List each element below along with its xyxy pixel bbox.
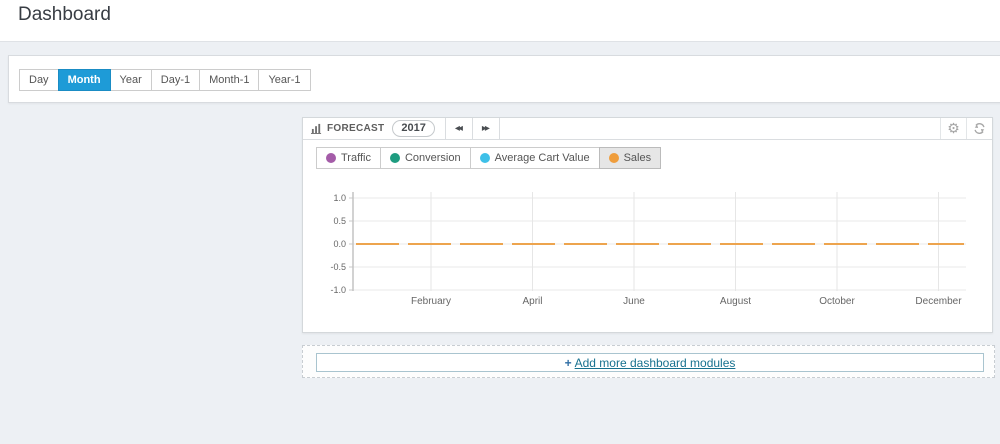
forecast-chart: 1.0 0.5 0.0 -0.5 -1.0 February April June August… — [303, 178, 994, 328]
add-modules-box[interactable]: + Add more dashboard modules — [316, 353, 984, 372]
svg-text:August: August — [720, 296, 751, 307]
svg-text:October: October — [819, 296, 855, 307]
top-header-bar: Dashboard — [0, 0, 1000, 42]
svg-text:April: April — [522, 296, 542, 307]
previous-year-button[interactable]: ◂◂ — [444, 118, 472, 139]
next-year-button[interactable]: ▸▸ — [471, 118, 499, 139]
traffic-dot-icon — [326, 153, 336, 163]
svg-text:December: December — [915, 296, 962, 307]
add-modules-dropzone: + Add more dashboard modules — [302, 345, 995, 378]
forecast-chart-svg: 1.0 0.5 0.0 -0.5 -1.0 February April June August… — [330, 192, 966, 307]
forecast-panel-header: FORECAST 2017 ◂◂ ▸▸ ⚙ — [303, 118, 992, 140]
svg-text:June: June — [623, 296, 645, 307]
legend-average-cart-value[interactable]: Average Cart Value — [469, 147, 600, 169]
tab-month[interactable]: Month — [57, 69, 111, 91]
add-modules-link[interactable]: + Add more dashboard modules — [565, 356, 736, 370]
legend-conversion-label: Conversion — [404, 152, 461, 164]
forecast-header-left: FORECAST 2017 ◂◂ ▸▸ — [303, 118, 500, 139]
forecast-panel: FORECAST 2017 ◂◂ ▸▸ ⚙ Traffic Conversion… — [302, 117, 993, 333]
period-toolbar: Day Month Year Day-1 Month-1 Year-1 — [8, 55, 1000, 103]
forecast-panel-title: FORECAST — [327, 123, 385, 134]
sales-dot-icon — [608, 153, 619, 163]
add-modules-label: Add more dashboard modules — [574, 355, 736, 370]
settings-gear-icon[interactable]: ⚙ — [940, 118, 966, 139]
svg-text:-1.0: -1.0 — [330, 285, 346, 295]
legend-sales-label: Sales — [623, 152, 652, 164]
plus-icon: + — [564, 355, 572, 370]
bar-chart-icon — [311, 123, 322, 134]
svg-text:1.0: 1.0 — [333, 193, 346, 203]
legend-sales[interactable]: Sales — [598, 147, 662, 169]
legend-traffic[interactable]: Traffic — [316, 147, 381, 169]
forecast-legend: Traffic Conversion Average Cart Value Sa… — [316, 147, 662, 169]
tab-day-1[interactable]: Day-1 — [150, 69, 201, 91]
svg-text:February: February — [411, 296, 451, 307]
tab-day[interactable]: Day — [19, 69, 59, 91]
forecast-header-actions: ⚙ — [940, 118, 992, 139]
svg-text:0.0: 0.0 — [333, 239, 346, 249]
period-tab-group: Day Month Year Day-1 Month-1 Year-1 — [19, 69, 311, 91]
page-title: Dashboard — [18, 4, 111, 25]
average-cart-value-dot-icon — [479, 153, 490, 163]
svg-text:0.5: 0.5 — [333, 216, 346, 226]
conversion-dot-icon — [389, 153, 400, 163]
svg-text:-0.5: -0.5 — [330, 262, 346, 272]
legend-average-cart-value-label: Average Cart Value — [494, 152, 590, 164]
forecast-year-badge: 2017 — [392, 120, 435, 137]
tab-month-1[interactable]: Month-1 — [199, 69, 260, 91]
tab-year[interactable]: Year — [109, 69, 152, 91]
refresh-icon[interactable] — [966, 118, 992, 139]
legend-traffic-label: Traffic — [341, 152, 371, 164]
tab-year-1[interactable]: Year-1 — [258, 69, 311, 91]
legend-conversion[interactable]: Conversion — [379, 147, 471, 169]
forecast-title-cell: FORECAST 2017 — [303, 118, 445, 139]
